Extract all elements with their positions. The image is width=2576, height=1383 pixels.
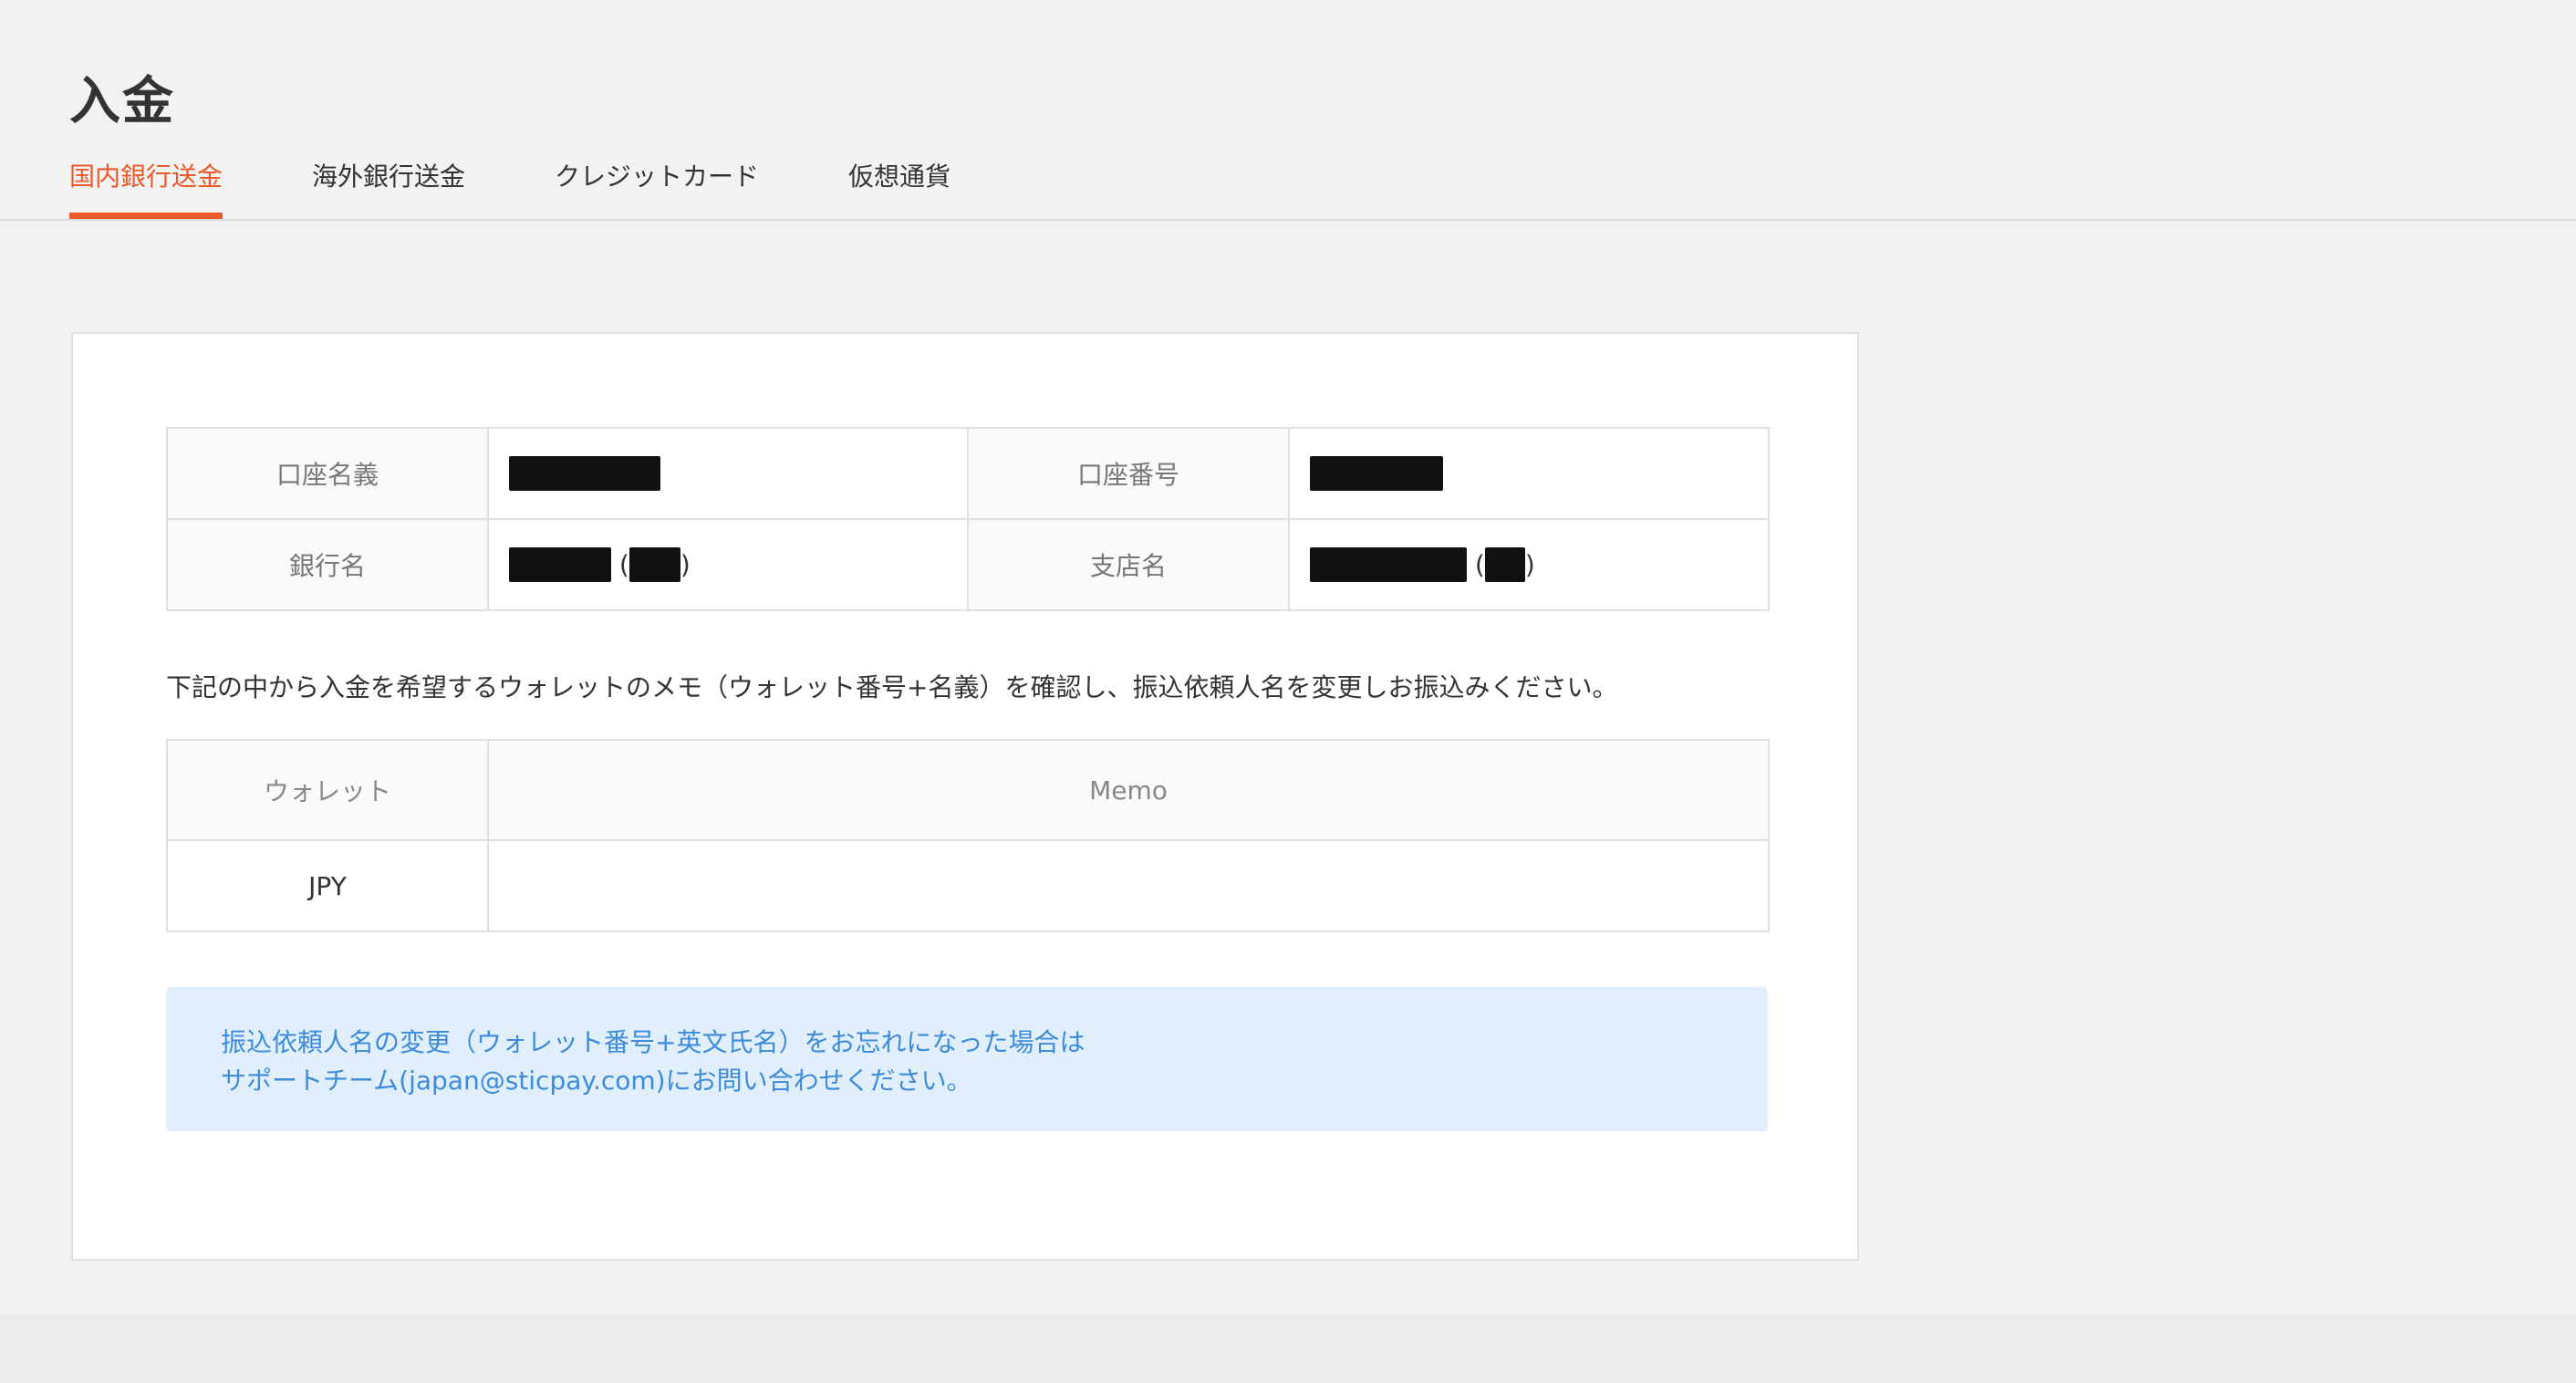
branch-name-label: 支店名: [967, 518, 1290, 611]
account-number-label: 口座番号: [967, 427, 1290, 520]
redacted-bank-code: [628, 547, 680, 582]
bank-info-table: 口座名義 口座番号 銀行名 () 支店名 (): [166, 427, 1770, 611]
deposit-card: 口座名義 口座番号 銀行名 () 支店名 () 下記の中から入金を希望するウォレ…: [71, 332, 1859, 1261]
page-title: 入金: [69, 72, 175, 131]
bank-name-value: (): [487, 518, 969, 611]
redacted-account-number: [1310, 456, 1443, 491]
redacted-branch-name: [1310, 547, 1467, 582]
redacted-account-name: [509, 456, 660, 491]
bank-code-close-paren: ): [680, 549, 691, 580]
memo-column-header: Memo: [487, 739, 1770, 841]
wallet-column-header: ウォレット: [166, 739, 489, 841]
redacted-bank-name: [509, 547, 611, 582]
page-header: 入金 国内銀行送金 海外銀行送金 クレジットカード 仮想通貨: [0, 0, 2576, 221]
wallet-cell: JPY: [166, 839, 489, 932]
table-header-row: ウォレット Memo: [166, 739, 1770, 841]
table-row: 口座名義 口座番号: [166, 427, 1770, 520]
branch-code-open-paren: (: [1474, 549, 1485, 580]
instruction-text: 下記の中から入金を希望するウォレットのメモ（ウォレット番号+名義）を確認し、振込…: [166, 672, 1618, 702]
notice-line-1: 振込依頼人名の変更（ウォレット番号+英文氏名）をお忘れになった場合は: [221, 1027, 1085, 1057]
bank-code-open-paren: (: [618, 549, 629, 580]
tab-international-bank-transfer[interactable]: 海外銀行送金: [312, 153, 465, 219]
account-name-label: 口座名義: [166, 427, 489, 520]
branch-name-value: (): [1288, 518, 1770, 611]
support-notice: 振込依頼人名の変更（ウォレット番号+英文氏名）をお忘れになった場合は サポートチ…: [166, 987, 1768, 1131]
branch-code-close-paren: ): [1524, 549, 1535, 580]
notice-line-2: サポートチーム(japan@sticpay.com)にお問い合わせください。: [221, 1066, 972, 1096]
memo-cell: [487, 839, 1770, 932]
tab-bar: 国内銀行送金 海外銀行送金 クレジットカード 仮想通貨: [69, 153, 1040, 221]
tab-domestic-bank-transfer[interactable]: 国内銀行送金: [69, 153, 223, 219]
redacted-branch-code: [1484, 547, 1525, 582]
bank-name-label: 銀行名: [166, 518, 489, 611]
tab-credit-card[interactable]: クレジットカード: [555, 153, 759, 219]
table-row: JPY: [166, 839, 1770, 932]
account-number-value: [1288, 427, 1770, 520]
table-row: 銀行名 () 支店名 (): [166, 518, 1770, 611]
account-name-value: [487, 427, 969, 520]
footer-band: [0, 1315, 2576, 1383]
wallet-memo-table: ウォレット Memo JPY: [166, 739, 1770, 932]
tab-crypto[interactable]: 仮想通貨: [848, 153, 950, 219]
